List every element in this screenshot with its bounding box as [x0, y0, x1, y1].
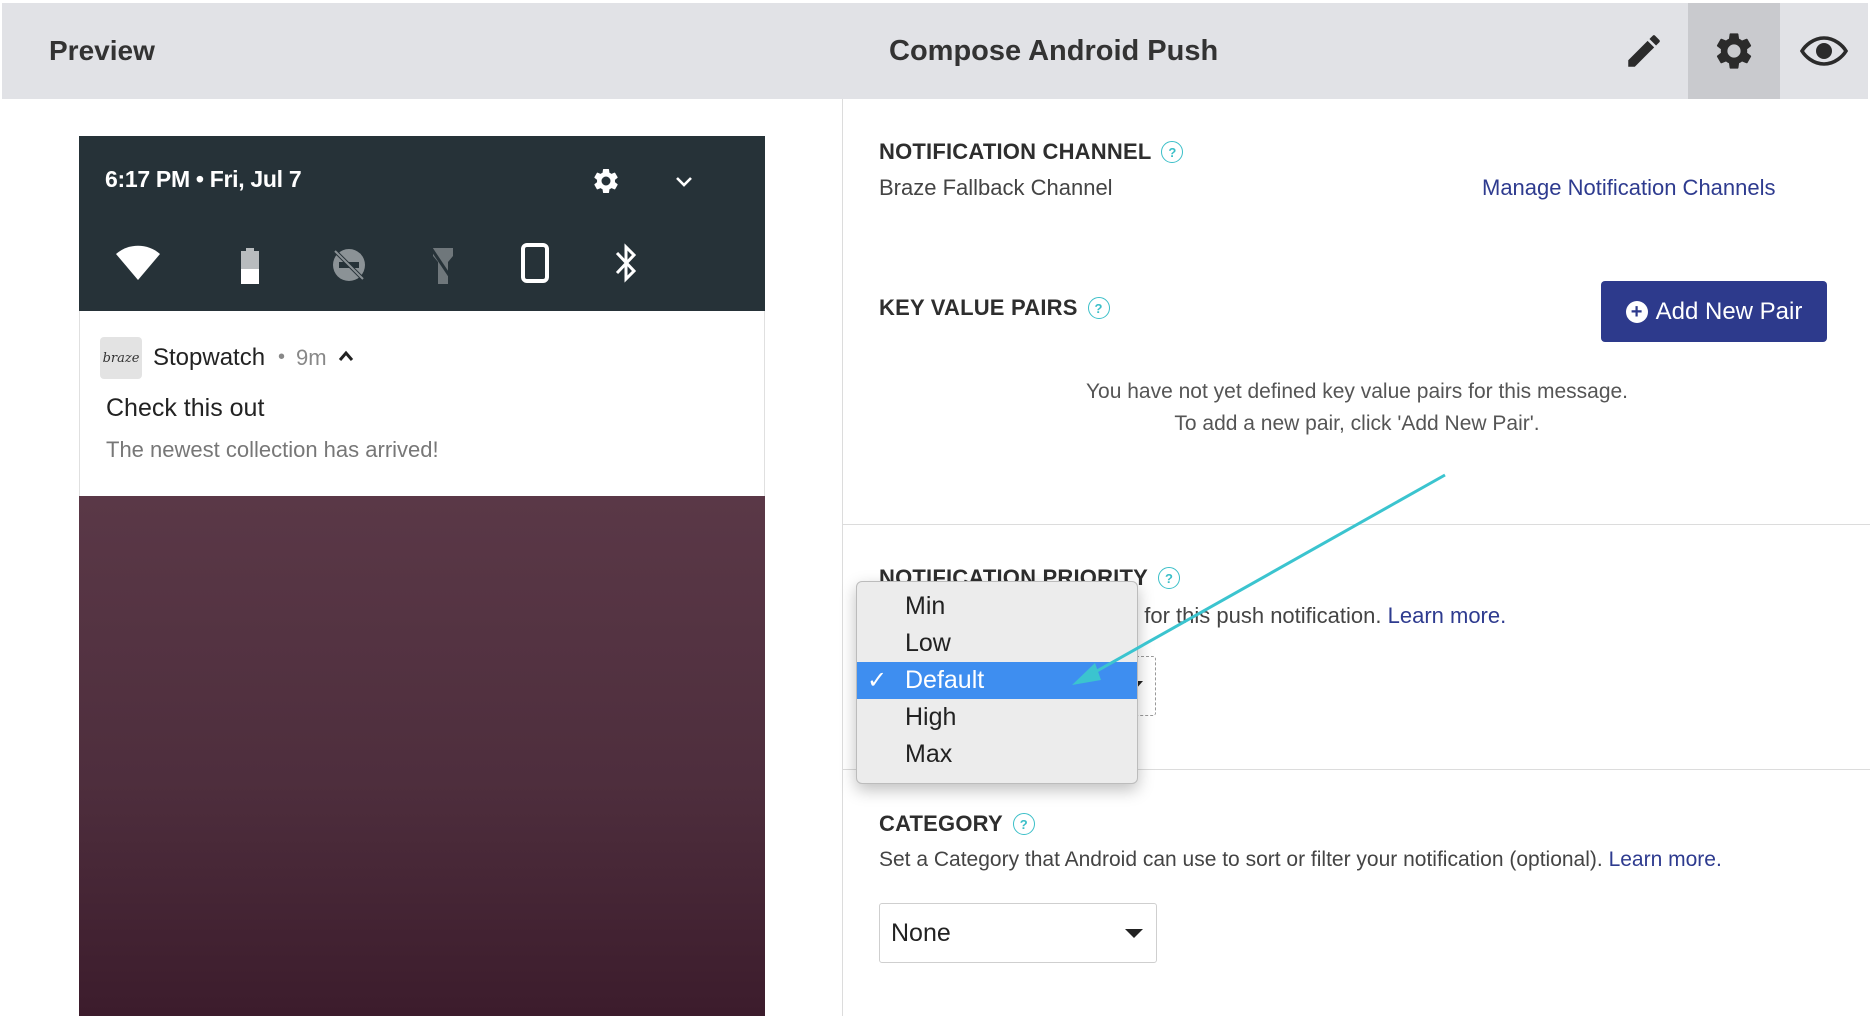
bluetooth-icon: [613, 242, 639, 284]
preview-toggle-button[interactable]: [1778, 3, 1870, 99]
preview-label: Preview: [49, 35, 155, 66]
category-description: Set a Category that Android can use to s…: [879, 848, 1722, 871]
help-icon[interactable]: ?: [1012, 813, 1035, 835]
manage-channels-link[interactable]: Manage Notification Channels: [1482, 175, 1776, 201]
settings-button[interactable]: [1688, 3, 1780, 99]
notification-channel-label: NOTIFICATION CHANNEL ?: [879, 139, 1184, 165]
help-icon[interactable]: ?: [1158, 567, 1181, 589]
chevron-down-icon: [672, 170, 696, 194]
do-not-disturb-icon: [330, 246, 368, 284]
priority-description: el for this push notification. Learn mor…: [1121, 603, 1507, 628]
chevron-up-icon[interactable]: [338, 349, 354, 367]
priority-dropdown-menu[interactable]: Min Low ✓ Default High Max: [856, 581, 1138, 784]
priority-learn-more-link[interactable]: Learn more.: [1388, 603, 1507, 628]
add-new-pair-button[interactable]: + Add New Pair: [1601, 281, 1827, 342]
push-notification[interactable]: braze Stopwatch • 9m Check this out The …: [79, 311, 765, 496]
android-preview: 6:17 PM • Fri, Jul 7 braze Stopwatch • 9…: [79, 136, 765, 1016]
notification-channel-value: Braze Fallback Channel: [879, 175, 1113, 200]
gear-icon: [1716, 33, 1752, 69]
plus-circle-icon: +: [1625, 300, 1648, 323]
battery-icon: [238, 246, 262, 286]
meta-separator: •: [278, 346, 286, 368]
header-bar: Preview Compose Android Push: [2, 3, 1868, 99]
notification-body: The newest collection has arrived!: [106, 437, 439, 462]
notification-title: Check this out: [106, 394, 265, 422]
app-name: Stopwatch: [153, 344, 266, 371]
category-learn-more-link[interactable]: Learn more.: [1609, 848, 1722, 871]
phone-wallpaper: [79, 496, 765, 1016]
eye-icon: [1800, 36, 1848, 66]
key-value-pairs-label: KEY VALUE PAIRS ?: [879, 295, 1110, 321]
page-title: Compose Android Push: [889, 35, 1219, 67]
notification-time: 9m: [296, 345, 327, 370]
android-status-bar: 6:17 PM • Fri, Jul 7: [79, 136, 765, 311]
category-select[interactable]: None: [879, 903, 1157, 963]
priority-option-high[interactable]: High: [857, 699, 1137, 736]
kv-empty-message-line2: To add a new pair, click 'Add New Pair'.: [1174, 412, 1540, 435]
caret-down-icon: [1125, 929, 1143, 938]
rotation-icon: [520, 242, 550, 284]
app-logo: braze: [100, 337, 142, 379]
section-divider: [843, 524, 1870, 525]
wifi-icon: [114, 242, 162, 282]
priority-option-default[interactable]: ✓ Default: [857, 662, 1137, 699]
compose-settings-panel: NOTIFICATION CHANNEL ? Braze Fallback Ch…: [842, 99, 1870, 1016]
category-label: CATEGORY ?: [879, 811, 1035, 837]
status-time: 6:17 PM • Fri, Jul 7: [105, 166, 302, 192]
edit-button[interactable]: [1598, 3, 1690, 99]
flashlight-icon: [429, 244, 457, 286]
priority-option-low[interactable]: Low: [857, 625, 1137, 662]
checkmark-icon: ✓: [867, 667, 888, 694]
pencil-icon: [1628, 35, 1660, 67]
help-icon[interactable]: ?: [1161, 141, 1184, 163]
priority-option-min[interactable]: Min: [857, 588, 1137, 625]
gear-icon: [591, 166, 621, 196]
priority-option-max[interactable]: Max: [857, 736, 1137, 773]
category-selected-value: None: [891, 919, 951, 947]
kv-empty-message-line1: You have not yet defined key value pairs…: [1085, 380, 1629, 403]
help-icon[interactable]: ?: [1087, 297, 1110, 319]
